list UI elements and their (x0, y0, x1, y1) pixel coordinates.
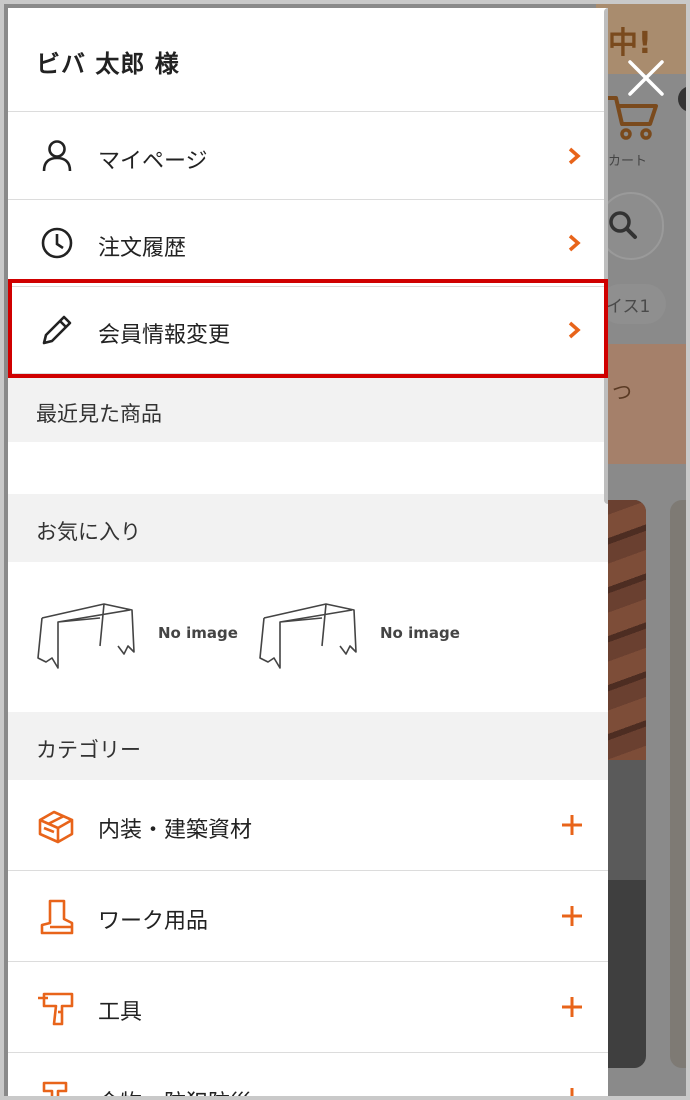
work-boot-icon (40, 899, 74, 935)
plus-icon[interactable] (560, 995, 584, 1019)
pencil-icon (42, 315, 72, 345)
menu-item-edit-profile[interactable]: 会員情報変更 (8, 286, 608, 374)
background-product-card (670, 500, 686, 1068)
background-promo (596, 344, 686, 464)
cart-badge: 1 (678, 86, 686, 112)
category-label: 金物・防犯防災 (98, 1085, 252, 1096)
category-label: ワーク用品 (98, 909, 209, 934)
plus-icon[interactable] (560, 813, 584, 837)
chevron-right-icon (568, 234, 581, 252)
background-banner-text: 中! (608, 26, 652, 61)
menu-item-label: マイページ (98, 149, 208, 174)
search-icon (609, 211, 637, 239)
no-image-label: No image (380, 624, 460, 642)
menu-item-mypage[interactable]: マイページ (8, 112, 608, 200)
cart-label: カート (608, 154, 648, 169)
recent-items-header: 最近見た商品 (8, 374, 608, 442)
chevron-right-icon (568, 147, 581, 165)
app-frame: 中! 1 カート イス1 つ ビバ 太郎 様 (0, 0, 690, 1100)
section-title: 最近見た商品 (36, 402, 162, 426)
category-item-hardware-security[interactable]: 金物・防犯防災 (8, 1053, 608, 1100)
person-icon (42, 140, 72, 172)
background-promo-text: つ (612, 380, 632, 404)
category-item-tools[interactable]: 工具 (8, 962, 608, 1053)
chevron-right-icon (568, 321, 581, 339)
hardware-icon (42, 1081, 68, 1096)
favorites-header: お気に入り (8, 494, 608, 562)
no-image-label: No image (158, 624, 238, 642)
favorite-item[interactable]: No image (34, 596, 244, 676)
no-image-placeholder-icon (37, 603, 135, 669)
building-materials-icon (38, 810, 74, 844)
category-item-work-supplies[interactable]: ワーク用品 (8, 871, 608, 962)
drill-icon (38, 992, 74, 1026)
no-image-placeholder-icon (259, 603, 357, 669)
menu-item-order-history[interactable]: 注文履歴 (8, 199, 608, 287)
clock-icon (41, 227, 73, 259)
background-chip: イス1 (600, 284, 666, 324)
category-item-interior-materials[interactable]: 内装・建築資材 (8, 780, 608, 871)
plus-icon[interactable] (560, 904, 584, 928)
category-label: 内装・建築資材 (98, 818, 253, 843)
plus-icon[interactable] (560, 1086, 584, 1100)
categories-header: カテゴリー (8, 712, 608, 780)
side-drawer: ビバ 太郎 様 マイページ 注文履歴 会員情報変更 最近見た商品 お気に入り N… (8, 8, 608, 1100)
menu-item-label: 注文履歴 (98, 236, 187, 261)
menu-item-label: 会員情報変更 (98, 323, 231, 348)
cart-icon (608, 96, 658, 140)
favorite-item[interactable]: No image (256, 596, 466, 676)
section-title: カテゴリー (36, 738, 141, 762)
drawer-scrollbar[interactable] (604, 8, 608, 504)
drawer-header: ビバ 太郎 様 (8, 8, 608, 112)
close-icon[interactable] (626, 58, 666, 98)
category-label: 工具 (98, 1000, 143, 1025)
section-title: お気に入り (36, 520, 141, 544)
user-name: ビバ 太郎 様 (36, 50, 180, 78)
